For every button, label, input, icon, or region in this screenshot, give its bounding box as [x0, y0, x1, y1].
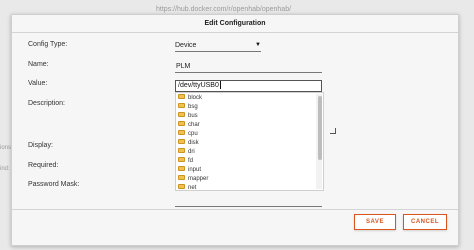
description-label: Description: [28, 100, 65, 107]
name-label: Name: [28, 61, 49, 68]
folder-icon [178, 174, 185, 180]
list-item[interactable]: input [176, 165, 313, 175]
list-item-label: dri [188, 149, 195, 155]
folder-icon [178, 129, 185, 135]
folder-icon [178, 120, 185, 126]
path-suggestion-list[interactable]: block bsg bus char cpu disk dri fd input… [175, 92, 324, 191]
list-item-label: net [188, 185, 197, 191]
list-item-label: mapper [188, 176, 209, 182]
folder-icon [178, 147, 185, 153]
value-input[interactable]: /dev/ttyUSB0 [175, 80, 322, 92]
list-item[interactable]: bus [176, 111, 313, 121]
list-item-label: input [188, 167, 202, 173]
list-item-label: fd [188, 158, 194, 164]
scrollbar-thumb[interactable] [318, 96, 322, 160]
list-item[interactable]: net [176, 183, 313, 191]
dialog-footer-divider [12, 209, 458, 210]
list-item-label: block [188, 95, 203, 101]
config-type-selected-value: Device [175, 42, 197, 49]
cancel-button[interactable]: CANCEL [403, 214, 447, 230]
name-input[interactable]: PLM [175, 61, 322, 73]
background-url-text: https://hub.docker.com/r/openhab/openhab… [156, 6, 292, 13]
folder-icon [178, 138, 185, 144]
list-item-label: bsg [188, 104, 198, 110]
list-item[interactable]: mapper [176, 174, 313, 184]
required-label: Required: [28, 162, 59, 169]
list-item-label: cpu [188, 131, 198, 137]
text-cursor [219, 81, 221, 90]
value-input-text: /dev/ttyUSB0 [178, 82, 219, 89]
folder-icon [178, 165, 185, 171]
folder-icon [178, 102, 185, 108]
list-item[interactable]: disk [176, 138, 313, 148]
dialog-title: Edit Configuration [12, 15, 458, 33]
list-item[interactable]: block [176, 93, 313, 103]
folder-icon [178, 111, 185, 117]
folder-icon [178, 183, 185, 189]
display-label: Display: [28, 142, 53, 149]
background-text-fragment: ind: [0, 166, 10, 172]
config-type-label: Config Type: [28, 41, 68, 48]
list-item-label: disk [188, 140, 199, 146]
list-item[interactable]: cpu [176, 129, 313, 139]
background-text-fragment: ions [0, 145, 12, 151]
list-item[interactable]: fd [176, 156, 313, 166]
password-mask-label: Password Mask: [28, 181, 80, 188]
value-label: Value: [28, 80, 48, 87]
edit-configuration-dialog: Edit Configuration Config Type: Device ▼… [11, 14, 459, 246]
folder-icon [178, 156, 185, 162]
password-mask-field[interactable] [175, 195, 322, 207]
list-item[interactable]: dri [176, 147, 313, 157]
list-item-label: char [188, 122, 200, 128]
config-type-select[interactable]: Device ▼ [175, 40, 261, 52]
save-button[interactable]: SAVE [354, 214, 396, 230]
name-input-value: PLM [176, 63, 191, 70]
list-item-label: bus [188, 113, 198, 119]
list-item[interactable]: bsg [176, 102, 313, 112]
resize-handle-icon[interactable] [330, 128, 336, 134]
caret-down-icon: ▼ [255, 42, 261, 48]
folder-icon [178, 93, 185, 99]
list-item[interactable]: char [176, 120, 313, 130]
